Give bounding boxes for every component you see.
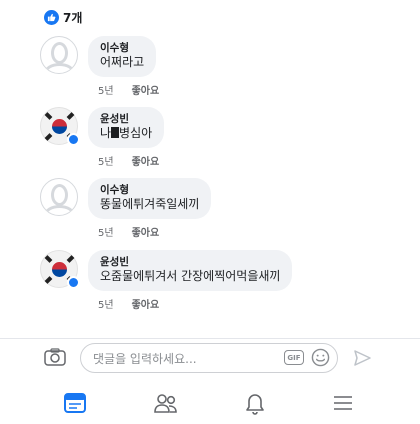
comment-input-placeholder: 댓글을 입력하세요... (93, 351, 197, 366)
friends-icon[interactable] (153, 390, 179, 416)
comment-item: 윤성빈 나 병심아 5년 좋아요 (40, 107, 165, 168)
comment-author[interactable]: 윤성빈 (100, 113, 152, 126)
emoji-icon[interactable] (311, 348, 330, 367)
comment-item: 윤성빈 오줌물에튀겨서 간장에찍어먹을새끼 5년 좋아요 (40, 250, 293, 311)
comment-text: 똥물에튀겨죽일세끼 (100, 197, 200, 211)
default-profile-icon[interactable] (40, 178, 78, 216)
default-profile-icon[interactable] (40, 36, 78, 74)
like-button[interactable]: 좋아요 (132, 153, 160, 168)
news-feed-icon[interactable] (62, 390, 88, 416)
verified-icon (67, 133, 80, 146)
korean-flag-icon[interactable] (40, 107, 80, 146)
comment-time: 5년 (98, 300, 114, 311)
comment-text: 오줌물에튀겨서 간장에찍어먹을새끼 (100, 269, 281, 283)
reaction-summary[interactable]: 7개 (44, 9, 82, 26)
camera-icon[interactable] (44, 348, 66, 366)
comment-bubble[interactable]: 윤성빈 나 병심아 (88, 107, 165, 148)
like-button[interactable]: 좋아요 (132, 296, 160, 311)
comment-item: 이수형 어쩌라고 5년 좋아요 (40, 36, 159, 97)
verified-icon (67, 276, 80, 289)
comment-item: 이수형 똥물에튀겨죽일세끼 5년 좋아요 (40, 178, 212, 239)
comment-bubble[interactable]: 윤성빈 오줌물에튀겨서 간장에찍어먹을새끼 (88, 250, 293, 291)
like-button[interactable]: 좋아요 (132, 82, 160, 97)
bottom-navigation (0, 382, 420, 424)
comment-text: 어쩌라고 (100, 55, 145, 69)
reaction-count: 7개 (63, 11, 83, 25)
send-icon[interactable] (352, 348, 372, 368)
comment-bubble[interactable]: 이수형 어쩌라고 (88, 36, 157, 77)
comment-text: 나 병심아 (100, 126, 153, 140)
notifications-icon[interactable] (242, 390, 268, 416)
comment-time: 5년 (98, 228, 114, 239)
like-icon (44, 10, 59, 25)
comment-author[interactable]: 이수형 (100, 184, 199, 197)
comment-author[interactable]: 윤성빈 (100, 256, 280, 269)
comment-time: 5년 (98, 86, 114, 97)
redaction-mark (111, 127, 120, 138)
comment-bubble[interactable]: 이수형 똥물에튀겨죽일세끼 (88, 178, 212, 219)
menu-icon[interactable] (330, 390, 356, 416)
gif-button[interactable]: GIF (284, 350, 304, 365)
korean-flag-icon[interactable] (40, 250, 80, 289)
like-button[interactable]: 좋아요 (132, 224, 160, 239)
comment-author[interactable]: 이수형 (100, 42, 144, 55)
comment-time: 5년 (98, 157, 114, 168)
